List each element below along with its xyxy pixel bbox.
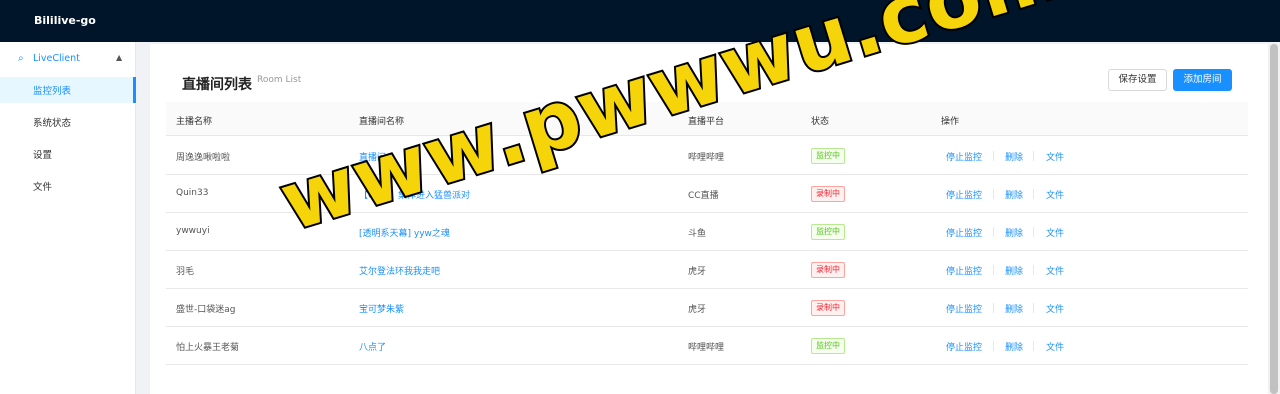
- host-name: Quin33: [176, 188, 209, 198]
- sidebar-item-settings[interactable]: 设置: [0, 141, 136, 167]
- host-name: 怕上火暴王老菊: [176, 343, 240, 353]
- status-badge: 录制中: [811, 262, 845, 278]
- files-link[interactable]: 文件: [1046, 150, 1064, 163]
- divider: [1033, 151, 1034, 161]
- table-row: 怕上火暴王老菊 八点了 哔哩哔哩 监控中 停止监控 删除 文件: [166, 327, 1248, 365]
- room-name-link[interactable]: 八点了: [359, 340, 386, 353]
- divider: [993, 303, 994, 313]
- search-icon: ⌕: [18, 53, 24, 64]
- divider: [993, 341, 994, 351]
- delete-link[interactable]: 删除: [1005, 188, 1023, 201]
- column-header-host: 主播名称: [176, 117, 213, 127]
- vertical-scrollbar[interactable]: [1268, 42, 1280, 394]
- divider: [993, 227, 994, 237]
- sidebar-item-monitor-list[interactable]: 监控列表: [0, 77, 136, 103]
- platform-name: CC直播: [688, 191, 719, 201]
- page-subtitle: Room List: [257, 75, 302, 85]
- divider: [993, 189, 994, 199]
- platform-name: 哔哩哔哩: [688, 343, 725, 353]
- sidebar-item-label: 监控列表: [33, 86, 72, 97]
- divider: [993, 151, 994, 161]
- host-name: 周逸逸啾啦啦: [176, 153, 231, 163]
- sidebar-item-system-status[interactable]: 系统状态: [0, 109, 136, 135]
- save-settings-button[interactable]: 保存设置: [1108, 69, 1167, 91]
- sidebar: ⌕ LiveClient ▲ 监控列表 系统状态 设置 文件: [0, 42, 136, 394]
- app-logo-title[interactable]: Bililive-go: [34, 14, 96, 27]
- host-name: ywwuyi: [176, 226, 210, 236]
- status-badge: 监控中: [811, 148, 845, 164]
- status-badge: 录制中: [811, 186, 845, 202]
- status-badge: 监控中: [811, 338, 845, 354]
- divider: [993, 265, 994, 275]
- host-name: 盛世-口袋迷ag: [176, 305, 236, 315]
- stop-monitor-link[interactable]: 停止监控: [946, 264, 982, 277]
- delete-link[interactable]: 删除: [1005, 226, 1023, 239]
- table-row: 盛世-口袋迷ag 宝可梦朱紫 虎牙 录制中 停止监控 删除 文件: [166, 289, 1248, 327]
- host-name: 羽毛: [176, 267, 195, 277]
- stop-monitor-link[interactable]: 停止监控: [946, 226, 982, 239]
- stop-monitor-link[interactable]: 停止监控: [946, 302, 982, 315]
- divider: [1033, 189, 1034, 199]
- column-header-actions: 操作: [941, 117, 960, 127]
- files-link[interactable]: 文件: [1046, 340, 1064, 353]
- top-header: Bililive-go: [0, 0, 1280, 42]
- delete-link[interactable]: 删除: [1005, 264, 1023, 277]
- status-badge: 录制中: [811, 300, 845, 316]
- files-link[interactable]: 文件: [1046, 226, 1064, 239]
- platform-name: 虎牙: [688, 305, 707, 315]
- files-link[interactable]: 文件: [1046, 264, 1064, 277]
- status-badge: 监控中: [811, 224, 845, 240]
- stop-monitor-link[interactable]: 停止监控: [946, 150, 982, 163]
- delete-link[interactable]: 删除: [1005, 302, 1023, 315]
- files-link[interactable]: 文件: [1046, 302, 1064, 315]
- divider: [1033, 265, 1034, 275]
- scrollbar-thumb[interactable]: [1270, 44, 1278, 394]
- sidebar-group-liveclient[interactable]: ⌕ LiveClient ▲: [0, 48, 136, 70]
- page-title: 直播间列表: [182, 77, 252, 93]
- room-name-link[interactable]: [透明系天幕] yyw之魂: [359, 226, 450, 239]
- divider: [1033, 227, 1034, 237]
- divider: [1033, 303, 1034, 313]
- sidebar-group-label: LiveClient: [33, 53, 80, 64]
- divider: [1033, 341, 1034, 351]
- room-name-link[interactable]: 宝可梦朱紫: [359, 302, 404, 315]
- stop-monitor-link[interactable]: 停止监控: [946, 340, 982, 353]
- sidebar-item-label: 设置: [33, 150, 53, 161]
- delete-link[interactable]: 删除: [1005, 340, 1023, 353]
- stop-monitor-link[interactable]: 停止监控: [946, 188, 982, 201]
- table-row: 羽毛 艾尔登法环我我走吧 虎牙 录制中 停止监控 删除 文件: [166, 251, 1248, 289]
- sidebar-item-label: 系统状态: [33, 118, 72, 129]
- room-name-link[interactable]: 艾尔登法环我我走吧: [359, 264, 440, 277]
- platform-name: 虎牙: [688, 267, 707, 277]
- add-room-button[interactable]: 添加房间: [1173, 69, 1232, 91]
- column-header-status: 状态: [811, 117, 830, 127]
- platform-name: 斗鱼: [688, 229, 707, 239]
- delete-link[interactable]: 删除: [1005, 150, 1023, 163]
- sidebar-item-label: 文件: [33, 182, 53, 193]
- files-link[interactable]: 文件: [1046, 188, 1064, 201]
- platform-name: 哔哩哔哩: [688, 153, 725, 163]
- sidebar-item-files[interactable]: 文件: [0, 173, 136, 199]
- chevron-up-icon: ▲: [116, 53, 123, 62]
